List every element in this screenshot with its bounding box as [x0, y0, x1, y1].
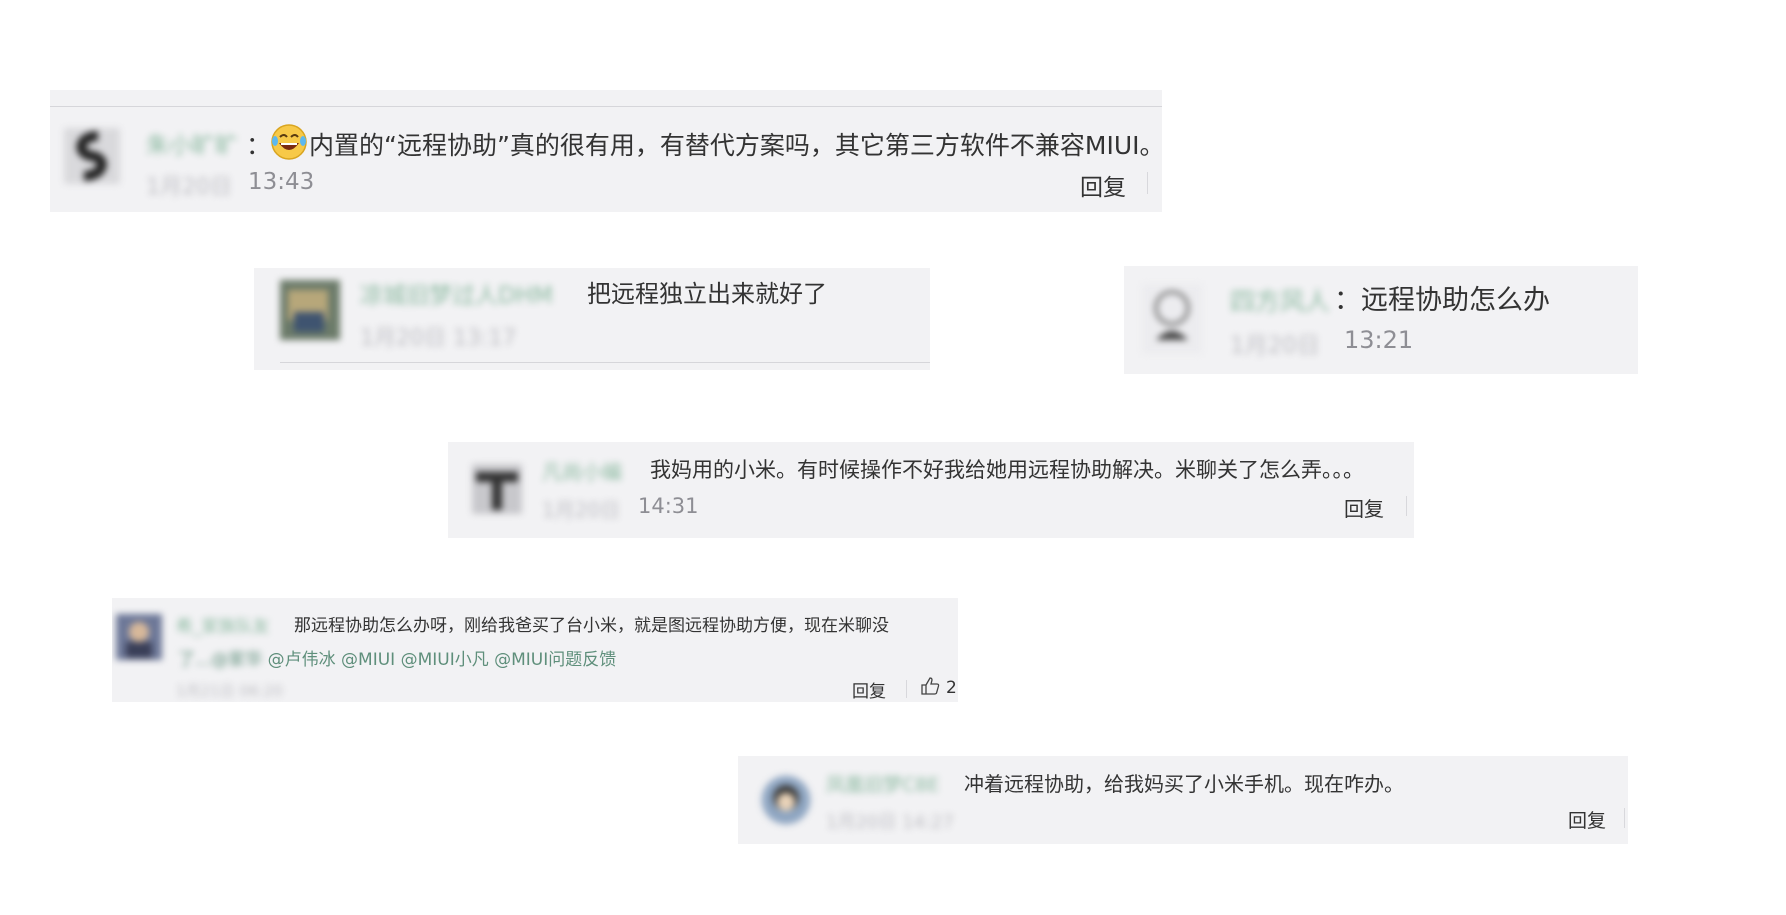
laughing-tears-emoji-icon — [271, 124, 307, 160]
avatar[interactable] — [116, 614, 162, 660]
comment-date: 1月20日 — [542, 498, 621, 522]
divider — [50, 106, 1162, 107]
reply-button[interactable]: 回复 — [1568, 806, 1606, 833]
like-count: 2 — [946, 678, 957, 698]
avatar-image — [280, 280, 340, 340]
comment-card-4: 凡尚小编 我妈用的小米。有时候操作不好我给她用远程协助解决。米聊关了怎么弄。。。… — [448, 442, 1414, 538]
separator — [1624, 808, 1625, 828]
colon: ： — [246, 131, 272, 160]
comment-timestamp: 1月21日 06:20 — [176, 682, 283, 700]
avatar[interactable] — [1142, 284, 1202, 354]
mentions[interactable]: @卢伟冰 @MIUI @MIUI小凡 @MIUI问题反馈 — [268, 650, 617, 670]
comment-timestamp: 1月20日 13:17 — [360, 326, 517, 351]
avatar-image — [476, 472, 518, 510]
username[interactable]: 凤凰旧梦C8E — [826, 770, 939, 797]
thumbs-up-icon — [921, 677, 940, 695]
username[interactable]: 四方风人 — [1230, 282, 1330, 318]
username[interactable]: 希_家族队友 — [176, 612, 270, 637]
comment-card-5: 希_家族队友 那远程协助怎么办呀，刚给我爸买了台小米，就是图远程协助方便，现在米… — [112, 598, 958, 702]
reply-button[interactable]: 回复 — [1344, 493, 1384, 522]
username[interactable]: 朱小旷旷 — [146, 126, 238, 160]
avatar[interactable] — [64, 128, 120, 184]
comment-body: 远程协助怎么办 — [1361, 285, 1550, 316]
comment-card-1: 朱小旷旷 ： 内置的“远程协助”真的很有用，有替代方案吗，其它第三方软件不兼容M… — [50, 90, 1162, 212]
comment-card-2: 凉城旧梦过人DHM 把远程独立出来就好了 1月20日 13:17 — [254, 268, 930, 370]
reply-button[interactable]: 回复 — [852, 677, 886, 702]
avatar-image — [762, 776, 810, 824]
reply-button[interactable]: 回复 — [1080, 168, 1126, 202]
comment-body: 我妈用的小米。有时候操作不好我给她用远程协助解决。米聊关了怎么弄。。。 — [650, 458, 1364, 482]
separator — [906, 680, 907, 698]
comment-text: ： 内置的“远程协助”真的很有用，有替代方案吗，其它第三方软件不兼容MIUI。 — [246, 124, 1162, 162]
comment-body: 那远程协助怎么办呀，刚给我爸买了台小米，就是图远程协助方便，现在米聊没 — [294, 616, 889, 636]
comment-time: 13:43 — [248, 169, 315, 195]
comment-time: 14:31 — [638, 494, 699, 518]
mention-blurred: 了...@家华 — [178, 650, 263, 670]
avatar[interactable] — [760, 774, 812, 826]
avatar-image — [1154, 290, 1190, 340]
divider — [280, 362, 930, 363]
comment-time: 13:21 — [1344, 326, 1414, 354]
username[interactable]: 凡尚小编 — [542, 456, 622, 485]
avatar[interactable] — [280, 280, 340, 340]
comment-body: 冲着远程协助，给我妈买了小米手机。现在咋办。 — [964, 772, 1404, 796]
comment-card-6: 凤凰旧梦C8E 冲着远程协助，给我妈买了小米手机。现在咋办。 1月20日 14:… — [738, 756, 1628, 844]
avatar-image — [116, 614, 162, 660]
separator — [1406, 496, 1407, 516]
comment-line-2: 了...@家华 @卢伟冰 @MIUI @MIUI小凡 @MIUI问题反馈 — [178, 645, 616, 670]
comment-date: 1月20日 — [1230, 333, 1320, 359]
username[interactable]: 凉城旧梦过人DHM — [360, 276, 553, 310]
comment-card-3: 四方风人 ：远程协助怎么办 1月20日 13:21 — [1124, 266, 1638, 374]
comment-text: ：远程协助怎么办 — [1334, 278, 1550, 317]
comment-body: 把远程独立出来就好了 — [587, 280, 827, 308]
comment-body: 内置的“远程协助”真的很有用，有替代方案吗，其它第三方软件不兼容MIUI。 — [309, 131, 1162, 160]
avatar-image — [76, 131, 107, 181]
like-button[interactable]: 2 — [920, 676, 957, 698]
comment-timestamp: 1月20日 14:27 — [826, 812, 954, 833]
colon: ： — [1334, 285, 1361, 316]
comment-date: 1月20日 — [146, 175, 232, 200]
avatar[interactable] — [472, 464, 522, 514]
separator — [1147, 172, 1148, 194]
